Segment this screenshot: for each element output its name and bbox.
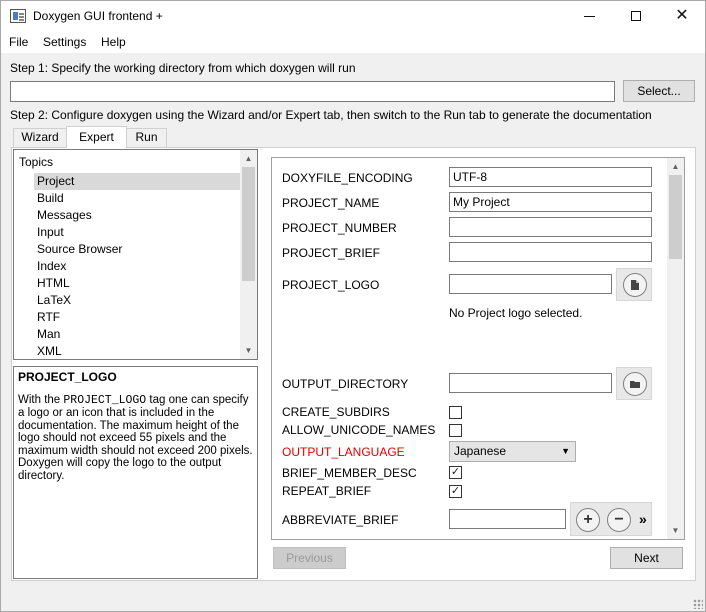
abbreviate-brief-label: ABBREVIATE_BRIEF [282, 513, 399, 527]
brief-member-desc-checkbox[interactable]: ✓ [449, 466, 462, 479]
help-text-panel: PROJECT_LOGO With the PROJECT_LOGO tag o… [13, 366, 258, 579]
menu-settings[interactable]: Settings [43, 35, 86, 49]
scroll-down-icon[interactable]: ▼ [667, 522, 684, 539]
menu-bar: File Settings Help [1, 31, 705, 53]
topics-scroll-thumb[interactable] [242, 167, 255, 281]
topics-scrollbar[interactable]: ▲ ▼ [240, 150, 257, 359]
close-button[interactable]: ✕ [659, 1, 705, 31]
chevron-down-icon: ▼ [561, 446, 570, 456]
doxyfile-encoding-label: DOXYFILE_ENCODING [282, 171, 413, 185]
menu-help[interactable]: Help [101, 35, 126, 49]
options-scroll-thumb[interactable] [669, 175, 682, 259]
output-directory-input[interactable] [449, 373, 612, 393]
options-panel: DOXYFILE_ENCODING UTF-8 PROJECT_NAME My … [271, 157, 685, 540]
project-number-label: PROJECT_NUMBER [282, 221, 397, 235]
repeat-brief-checkbox[interactable]: ✓ [449, 485, 462, 498]
maximize-button[interactable] [613, 1, 659, 31]
options-form: DOXYFILE_ENCODING UTF-8 PROJECT_NAME My … [272, 158, 665, 539]
menu-file[interactable]: File [9, 35, 28, 49]
minimize-button[interactable] [567, 1, 613, 31]
allow-unicode-names-label: ALLOW_UNICODE_NAMES [282, 423, 436, 437]
tab-expert[interactable]: Expert [66, 126, 127, 148]
topic-item-xml[interactable]: XML [34, 343, 240, 359]
more-icon[interactable]: » [639, 511, 647, 527]
previous-button[interactable]: Previous [273, 547, 346, 569]
resize-grip-icon[interactable] [693, 599, 703, 609]
maximize-icon [631, 11, 641, 21]
project-brief-input[interactable] [449, 242, 652, 262]
file-icon [623, 273, 647, 297]
abbreviate-brief-input[interactable] [449, 509, 566, 529]
output-language-value: Japanese [454, 444, 507, 458]
project-logo-label: PROJECT_LOGO [282, 278, 380, 292]
tab-wizard[interactable]: Wizard [13, 128, 67, 147]
repeat-brief-label: REPEAT_BRIEF [282, 484, 372, 498]
create-subdirs-label: CREATE_SUBDIRS [282, 405, 390, 419]
step2-label: Step 2: Configure doxygen using the Wiza… [10, 108, 652, 122]
next-button[interactable]: Next [610, 547, 683, 569]
checkmark-icon: ✓ [450, 485, 461, 497]
topic-item-messages[interactable]: Messages [34, 207, 240, 224]
step1-label: Step 1: Specify the working directory fr… [10, 61, 356, 75]
project-logo-input[interactable] [449, 274, 612, 294]
project-logo-info: No Project logo selected. [449, 306, 583, 320]
allow-unicode-names-checkbox[interactable] [449, 424, 462, 437]
topic-item-html[interactable]: HTML [34, 275, 240, 292]
topic-item-project[interactable]: Project [34, 173, 240, 190]
project-name-label: PROJECT_NAME [282, 196, 380, 210]
brief-member-desc-label: BRIEF_MEMBER_DESC [282, 466, 417, 480]
create-subdirs-checkbox[interactable] [449, 406, 462, 419]
options-scrollbar[interactable]: ▲ ▼ [667, 158, 684, 539]
minimize-icon [584, 16, 595, 17]
topics-header: Topics [19, 155, 54, 169]
project-name-input[interactable]: My Project [449, 192, 652, 212]
doxygen-app-icon [10, 9, 26, 23]
topic-item-input[interactable]: Input [34, 224, 240, 241]
plus-icon[interactable]: + [576, 508, 600, 532]
title-bar: Doxygen GUI frontend + ✕ [1, 1, 705, 31]
output-directory-browse-button[interactable] [616, 367, 652, 400]
doxyfile-encoding-input[interactable]: UTF-8 [449, 167, 652, 187]
project-number-input[interactable] [449, 217, 652, 237]
abbreviate-brief-toolbar: + − » [570, 502, 652, 536]
scroll-up-icon[interactable]: ▲ [240, 150, 257, 167]
minus-icon[interactable]: − [607, 508, 631, 532]
topic-item-source-browser[interactable]: Source Browser [34, 241, 240, 258]
topics-list[interactable]: Topics Project Build Messages Input Sour… [13, 149, 258, 360]
output-language-label: OUTPUT_LANGUAGE [282, 445, 405, 459]
select-directory-button[interactable]: Select... [623, 80, 695, 102]
close-icon: ✕ [675, 7, 689, 24]
scroll-up-icon[interactable]: ▲ [667, 158, 684, 175]
help-body: With the PROJECT_LOGO tag one can specif… [18, 393, 253, 482]
folder-icon [623, 372, 647, 396]
checkmark-icon: ✓ [450, 466, 461, 478]
help-tag: PROJECT_LOGO [63, 393, 147, 407]
topic-item-build[interactable]: Build [34, 190, 240, 207]
project-brief-label: PROJECT_BRIEF [282, 246, 381, 260]
app-window: Doxygen GUI frontend + ✕ File Settings H… [0, 0, 706, 612]
output-directory-label: OUTPUT_DIRECTORY [282, 377, 409, 391]
topic-item-index[interactable]: Index [34, 258, 240, 275]
tab-run[interactable]: Run [126, 128, 167, 147]
output-language-select[interactable]: Japanese ▼ [449, 441, 576, 462]
working-directory-input[interactable] [10, 81, 615, 102]
help-title: PROJECT_LOGO [18, 370, 117, 384]
window-title: Doxygen GUI frontend + [33, 9, 163, 23]
topic-item-rtf[interactable]: RTF [34, 309, 240, 326]
project-logo-browse-button[interactable] [616, 268, 652, 301]
topic-item-latex[interactable]: LaTeX [34, 292, 240, 309]
scroll-down-icon[interactable]: ▼ [240, 342, 257, 359]
topic-item-man[interactable]: Man [34, 326, 240, 343]
